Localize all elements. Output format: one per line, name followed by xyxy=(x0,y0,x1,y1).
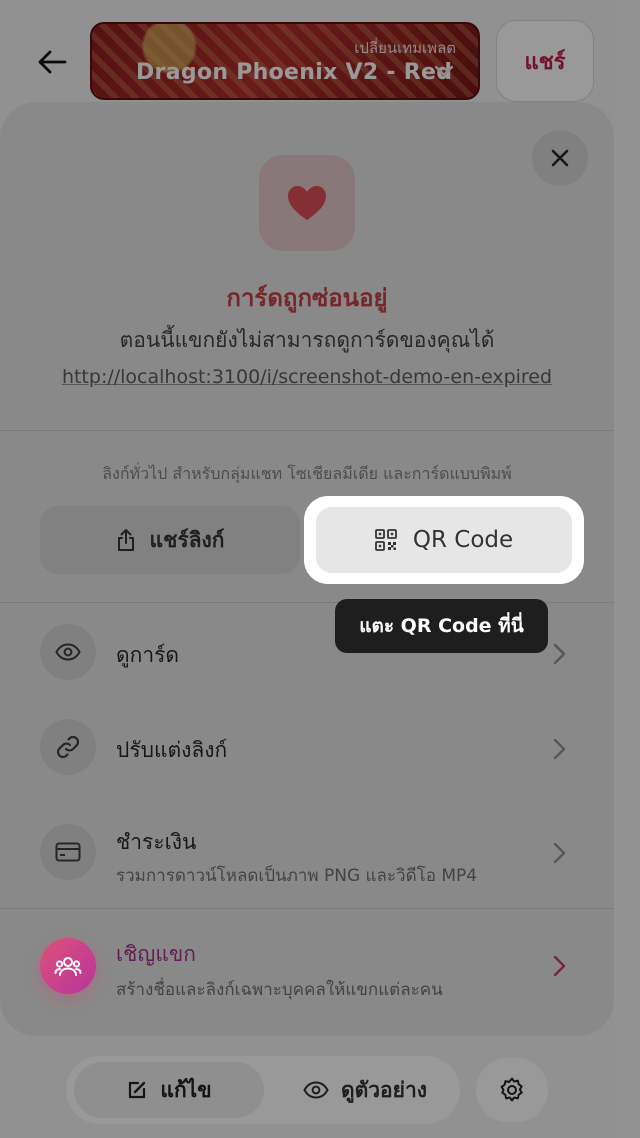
qr-code-button[interactable]: QR Code xyxy=(316,507,572,573)
qr-code-label: QR Code xyxy=(412,527,514,553)
tooltip: แตะ QR Code ที่นี่ xyxy=(335,599,548,653)
users-icon xyxy=(40,938,96,994)
qr-code-icon xyxy=(374,529,397,551)
